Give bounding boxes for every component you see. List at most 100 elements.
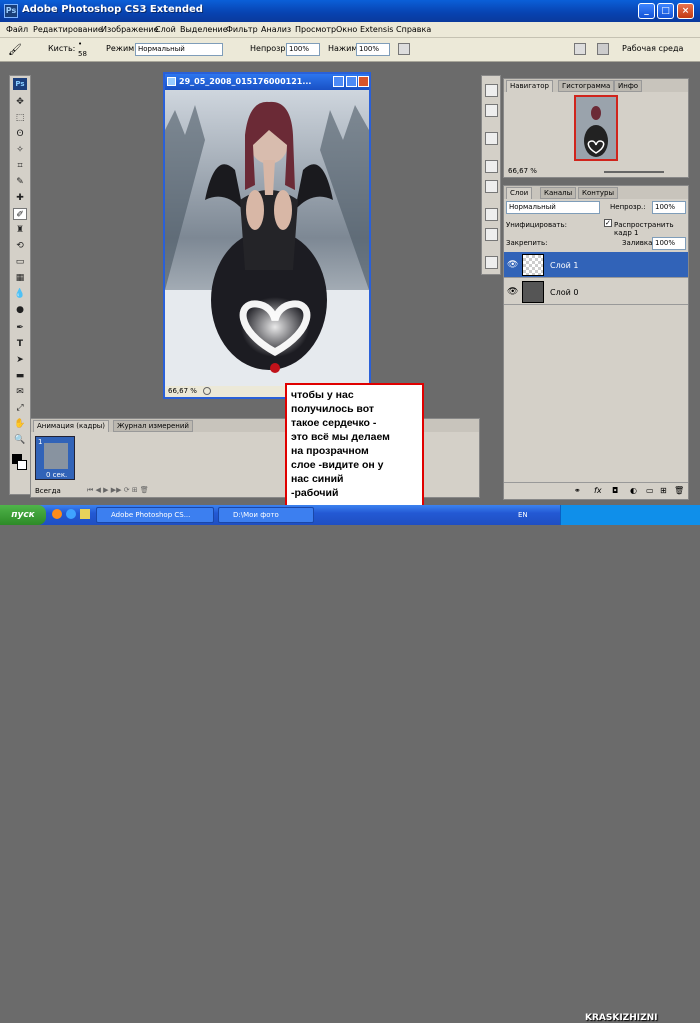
slice-tool-icon[interactable]: ✎: [13, 176, 27, 188]
tools-preset-icon[interactable]: [485, 132, 498, 145]
path-select-tool-icon[interactable]: ➤: [13, 354, 27, 366]
maximize-button[interactable]: □: [657, 3, 674, 19]
history-brush-tool-icon[interactable]: ⟲: [13, 240, 27, 252]
type-tool-icon[interactable]: T: [13, 338, 27, 350]
eraser-tool-icon[interactable]: ▭: [13, 256, 27, 268]
menu-item-layer[interactable]: Слой: [155, 25, 176, 34]
layer-mask-icon[interactable]: ◘: [612, 486, 618, 495]
tab-animation[interactable]: Анимация (кадры): [33, 420, 110, 432]
menu-item-file[interactable]: Файл: [6, 25, 28, 34]
group-icon[interactable]: ▭: [646, 486, 654, 495]
menu-item-filter[interactable]: Фильтр: [226, 25, 258, 34]
layer-opacity-field[interactable]: 100%: [652, 201, 686, 214]
actions-panel-icon[interactable]: [485, 104, 498, 117]
tab-histogram[interactable]: Гистограмма: [558, 80, 615, 92]
visibility-eye-icon[interactable]: 👁: [507, 287, 518, 297]
navigator-thumbnail[interactable]: [574, 95, 618, 161]
menu-item-help[interactable]: Справка: [396, 25, 431, 34]
tab-channels[interactable]: Каналы: [540, 187, 577, 199]
canvas[interactable]: [165, 90, 369, 386]
dodge-tool-icon[interactable]: ●: [13, 304, 27, 316]
document-maximize-button[interactable]: [346, 76, 357, 87]
playback-controls-icon[interactable]: ⏮ ◀ ▶ ▶▶ ⟳ ⊞ 🗑: [87, 486, 149, 495]
camera-icon[interactable]: [597, 43, 609, 55]
zoom-tool-icon[interactable]: 🔍: [13, 434, 27, 446]
gradient-tool-icon[interactable]: ▦: [13, 272, 27, 284]
firefox-icon[interactable]: [52, 509, 62, 519]
paragraph-panel-icon[interactable]: [485, 228, 498, 241]
layer-row[interactable]: 👁 Слой 0: [504, 279, 688, 305]
layer-comps-icon[interactable]: [485, 256, 498, 269]
bridge-icon[interactable]: [574, 43, 586, 55]
tab-navigator[interactable]: Навигатор: [506, 80, 553, 92]
flow-field[interactable]: 100%: [356, 43, 390, 56]
menu-item-window[interactable]: Окно: [336, 25, 357, 34]
background-color-swatch[interactable]: [17, 460, 27, 470]
magic-wand-tool-icon[interactable]: ✧: [13, 144, 27, 156]
ie-icon[interactable]: [66, 509, 76, 519]
tab-paths[interactable]: Контуры: [578, 187, 619, 199]
airbrush-icon[interactable]: [398, 43, 410, 55]
character-panel-icon[interactable]: [485, 208, 498, 221]
layer-style-icon[interactable]: fx: [594, 486, 602, 495]
menu-item-extensis[interactable]: Extensis: [360, 25, 393, 34]
minimize-button[interactable]: _: [638, 3, 655, 19]
opacity-field[interactable]: 100%: [286, 43, 320, 56]
new-layer-icon[interactable]: ⊞: [660, 486, 667, 495]
link-layers-icon[interactable]: ⚭: [574, 486, 581, 495]
pen-tool-icon[interactable]: ✒: [13, 322, 27, 334]
healing-tool-icon[interactable]: ✚: [13, 192, 27, 204]
menu-item-analysis[interactable]: Анализ: [261, 25, 291, 34]
menu-item-image[interactable]: Изображение: [101, 25, 159, 34]
brush-preview-icon[interactable]: •: [78, 40, 82, 48]
close-button[interactable]: ×: [677, 3, 694, 19]
start-button[interactable]: пуск: [0, 505, 46, 525]
fill-field[interactable]: 100%: [652, 237, 686, 250]
brush-tool-icon[interactable]: ✐: [13, 208, 27, 220]
tab-info[interactable]: Инфо: [614, 80, 643, 92]
blur-tool-icon[interactable]: 💧: [13, 288, 27, 300]
tab-measurement-log[interactable]: Журнал измерений: [113, 420, 193, 432]
document-minimize-button[interactable]: [333, 76, 344, 87]
clone-stamp-tool-icon[interactable]: ♜: [13, 224, 27, 236]
blend-mode-select[interactable]: Нормальный: [506, 201, 600, 214]
visibility-eye-icon[interactable]: 👁: [507, 260, 518, 270]
shape-tool-icon[interactable]: ▬: [13, 370, 27, 382]
adjustment-layer-icon[interactable]: ◐: [630, 486, 637, 495]
brush-size[interactable]: 58: [78, 50, 87, 58]
animation-frame[interactable]: 1 0 сек.: [35, 436, 75, 480]
task-photoshop[interactable]: Adobe Photoshop CS...: [96, 507, 214, 523]
history-panel-icon[interactable]: [485, 84, 498, 97]
notes-tool-icon[interactable]: ✉: [13, 386, 27, 398]
mode-select[interactable]: Нормальный: [135, 43, 223, 56]
navigator-zoom-slider[interactable]: [604, 171, 664, 173]
hand-tool-icon[interactable]: ✋: [13, 418, 27, 430]
workspace-button[interactable]: Рабочая среда: [622, 44, 683, 53]
loop-select[interactable]: Всегда: [35, 487, 61, 495]
menu-item-select[interactable]: Выделение: [180, 25, 228, 34]
clone-source-icon[interactable]: [485, 180, 498, 193]
marquee-tool-icon[interactable]: ⬚: [13, 112, 27, 124]
layer-name[interactable]: Слой 1: [550, 261, 578, 270]
eyedropper-tool-icon[interactable]: ⤢: [13, 402, 27, 414]
layer-row[interactable]: 👁 Слой 1: [504, 252, 688, 278]
frame-delay[interactable]: 0 сек.: [46, 471, 67, 479]
crop-tool-icon[interactable]: ⌗: [13, 160, 27, 172]
lasso-tool-icon[interactable]: ʘ: [13, 128, 27, 140]
menu-item-view[interactable]: Просмотр: [295, 25, 336, 34]
propagate-checkbox[interactable]: ✓: [604, 219, 612, 227]
menu-item-edit[interactable]: Редактирование: [33, 25, 103, 34]
move-tool-icon[interactable]: ✥: [13, 96, 27, 108]
language-indicator[interactable]: EN: [518, 511, 528, 519]
tab-layers[interactable]: Слои: [506, 187, 533, 199]
trash-icon[interactable]: 🗑: [674, 486, 684, 495]
document-close-button[interactable]: [358, 76, 369, 87]
document-zoom[interactable]: 66,67 %: [168, 387, 197, 395]
explorer-icon[interactable]: [80, 509, 90, 519]
navigator-zoom[interactable]: 66,67 %: [508, 167, 537, 175]
brush-tool-icon[interactable]: 🖌: [8, 43, 22, 57]
status-info-icon[interactable]: [203, 387, 211, 395]
task-folder[interactable]: D:\Мои фото: [218, 507, 314, 523]
layer-name[interactable]: Слой 0: [550, 288, 578, 297]
brushes-panel-icon[interactable]: [485, 160, 498, 173]
